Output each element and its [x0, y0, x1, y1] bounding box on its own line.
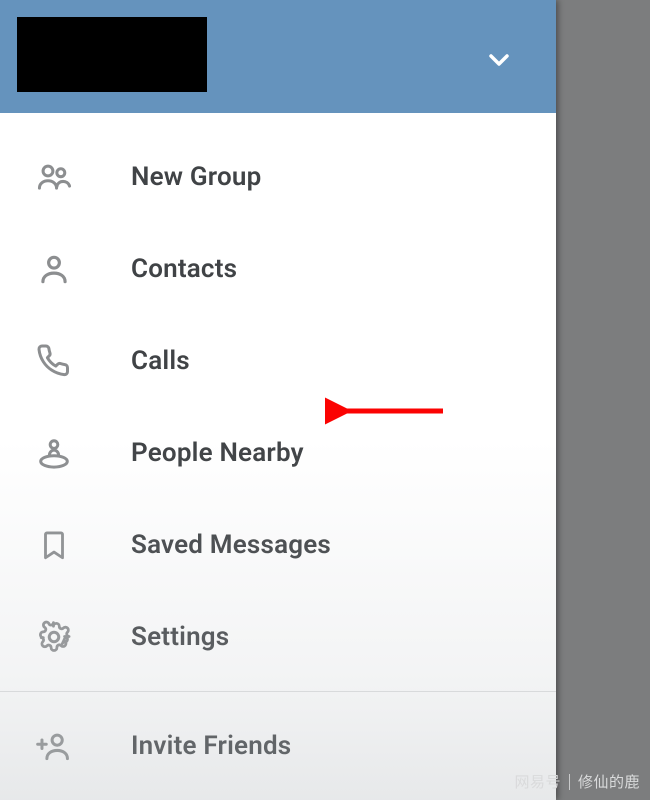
- menu-item-saved-messages[interactable]: Saved Messages: [0, 499, 556, 591]
- phone-icon: [35, 343, 73, 379]
- menu-item-label: Invite Friends: [131, 731, 291, 761]
- account-redacted-block: [17, 17, 207, 92]
- menu-item-label: Contacts: [131, 254, 237, 284]
- menu-item-people-nearby[interactable]: People Nearby: [0, 407, 556, 499]
- menu-item-label: New Group: [131, 162, 261, 192]
- menu-divider: [0, 691, 556, 692]
- menu-item-new-group[interactable]: New Group: [0, 131, 556, 223]
- screenshot: New Group Contacts Calls: [0, 0, 650, 800]
- bookmark-icon: [35, 526, 73, 564]
- watermark-brand: 网易号: [514, 771, 561, 792]
- gear-icon: [35, 618, 73, 656]
- invite-icon: [35, 726, 73, 766]
- menu-item-contacts[interactable]: Contacts: [0, 223, 556, 315]
- person-icon: [35, 250, 73, 288]
- people-nearby-icon: [35, 434, 73, 472]
- watermark-author: 修仙的鹿: [578, 771, 640, 792]
- menu-item-label: Saved Messages: [131, 530, 331, 560]
- accounts-expand-icon[interactable]: [483, 44, 515, 76]
- menu-item-label: People Nearby: [131, 438, 304, 468]
- menu-item-label: Settings: [131, 622, 229, 652]
- menu-item-settings[interactable]: Settings: [0, 591, 556, 683]
- menu-item-label: Calls: [131, 346, 190, 376]
- menu-item-calls[interactable]: Calls: [0, 315, 556, 407]
- watermark: 网易号 修仙的鹿: [514, 771, 640, 792]
- menu-item-invite-friends[interactable]: Invite Friends: [0, 702, 556, 790]
- drawer-menu: New Group Contacts Calls: [0, 113, 556, 800]
- group-icon: [35, 157, 73, 197]
- drawer-header[interactable]: [0, 0, 556, 113]
- menu-item-telegram-faq[interactable]: Telegram FAQ: [0, 790, 556, 800]
- navigation-drawer: New Group Contacts Calls: [0, 0, 556, 800]
